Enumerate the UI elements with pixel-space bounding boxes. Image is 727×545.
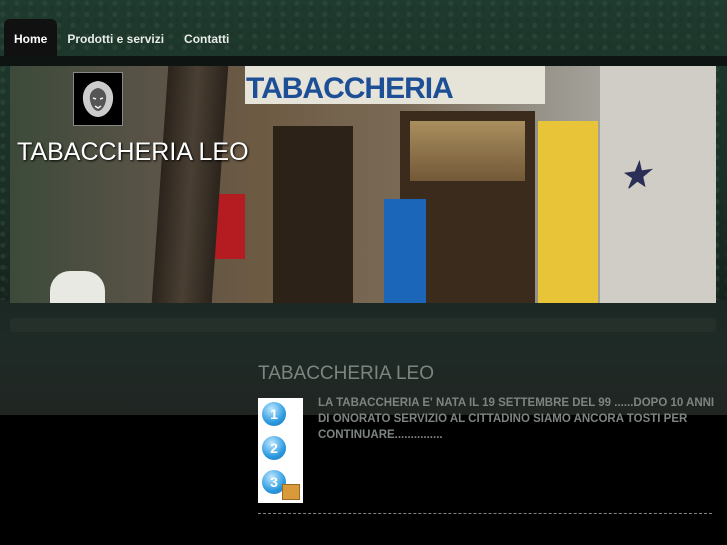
graffiti-wall bbox=[600, 66, 716, 303]
lottery-pillar bbox=[538, 121, 598, 303]
lotto-poster bbox=[384, 199, 426, 303]
divider-bar bbox=[10, 318, 716, 332]
nav-item-home[interactable]: Home bbox=[4, 19, 58, 59]
steps-image: 1 2 3 bbox=[258, 398, 303, 503]
intro-paragraph: LA TABACCHERIA E' NATA IL 19 SETTEMBRE D… bbox=[318, 397, 715, 441]
shop-door bbox=[273, 126, 353, 303]
page-title: TABACCHERIA LEO bbox=[258, 363, 434, 384]
nav-underline bbox=[0, 56, 727, 66]
dumpster bbox=[50, 271, 105, 303]
step-one-icon: 1 bbox=[262, 402, 286, 426]
shop-sign-text: TABACCHERIA bbox=[246, 72, 454, 105]
lion-logo-icon[interactable] bbox=[73, 72, 123, 126]
step-two-icon: 2 bbox=[262, 436, 286, 460]
tree-trunk bbox=[151, 66, 229, 303]
package-icon bbox=[282, 484, 300, 500]
content-divider bbox=[258, 513, 712, 514]
mailbox bbox=[215, 194, 245, 259]
site-title[interactable]: TABACCHERIA LEO bbox=[17, 138, 249, 167]
graffiti-icon: ★ bbox=[617, 154, 654, 198]
main-nav: Home Prodotti e servizi Contatti bbox=[0, 19, 239, 59]
nav-item-prodotti-e-servizi[interactable]: Prodotti e servizi bbox=[57, 19, 174, 59]
nav-item-contatti[interactable]: Contatti bbox=[174, 19, 239, 59]
